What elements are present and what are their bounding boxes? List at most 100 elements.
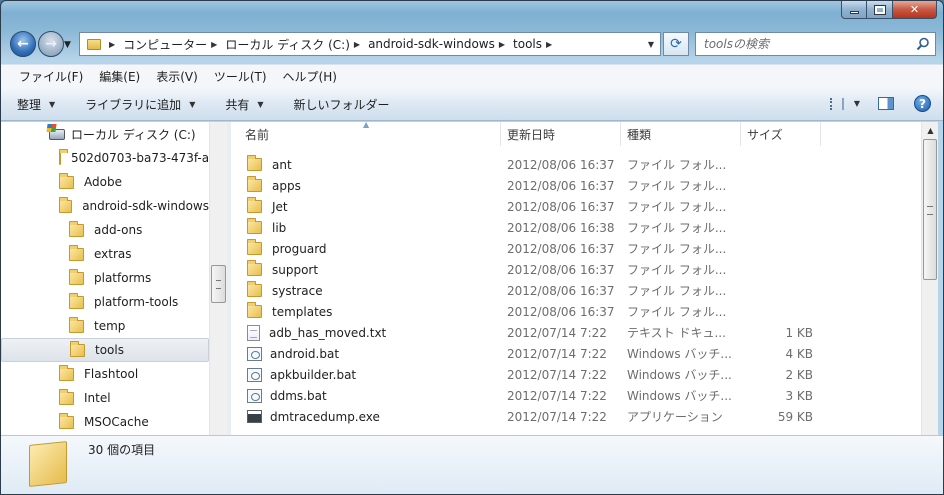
menu-view[interactable]: 表示(V) [148,68,206,85]
forward-button[interactable]: → [38,31,64,57]
tree-item-label: Flashtool [84,367,139,381]
file-name-cell: systrace [231,281,501,298]
search-box[interactable] [695,32,936,56]
chevron-down-icon: ▼ [257,99,264,109]
tree-item[interactable]: MSOCache [1,410,209,434]
breadcrumb-computer[interactable]: コンピューター ▶ [123,36,225,53]
tree-item[interactable]: platform-tools [1,290,209,314]
preview-pane-icon[interactable] [878,97,894,110]
breadcrumb-tools[interactable]: tools ▶ [513,37,560,51]
folder-icon [59,172,74,189]
file-list: 名前 ▲ 更新日時 種類 サイズ ant 2012/08/06 16:37 ファイル … [231,122,921,435]
chevron-right-icon: ▶ [546,39,553,49]
large-folder-icon [29,441,67,487]
tree-item[interactable]: platforms [1,266,209,290]
folder-icon [59,364,74,381]
menu-help[interactable]: ヘルプ(H) [275,68,345,85]
column-type[interactable]: 種類 [621,122,741,146]
new-folder-button[interactable]: 新しいフォルダー [294,96,390,113]
organize-button[interactable]: 整理 ▼ [17,96,55,113]
nav-scrollbar[interactable] [209,122,227,435]
menu-file[interactable]: ファイル(F) [11,68,91,85]
breadcrumb-drive[interactable]: ローカル ディスク (C:) ▶ [225,36,368,53]
share-button[interactable]: 共有 ▼ [225,96,263,113]
file-row[interactable]: lib 2012/08/06 16:38 ファイル フォル... [231,217,921,238]
address-dropdown[interactable]: ▼ [642,33,660,55]
refresh-icon: ⟳ [670,36,682,52]
tree-item[interactable]: tools [1,338,209,362]
file-row[interactable]: support 2012/08/06 16:37 ファイル フォル... [231,259,921,280]
file-row[interactable]: Jet 2012/08/06 16:37 ファイル フォル... [231,196,921,217]
file-list-scrollbar[interactable]: ▲ [921,122,938,435]
back-button[interactable]: ← [10,31,36,57]
column-date[interactable]: 更新日時 [501,122,621,146]
search-input[interactable] [704,37,904,51]
column-size[interactable]: サイズ [741,122,821,146]
close-button[interactable]: ✕ [893,1,937,19]
folder-icon [247,176,262,192]
file-date: 2012/08/06 16:37 [507,283,615,298]
tree-item[interactable]: Flashtool [1,362,209,386]
help-icon[interactable]: ? [914,95,931,112]
tree-item[interactable]: Intel [1,386,209,410]
close-icon: ✕ [909,3,920,16]
item-count: 30 個の項目 [88,443,156,457]
address-bar[interactable]: ▶ コンピューター ▶ ローカル ディスク (C:) ▶ android-sdk-w… [79,32,661,56]
maximize-button[interactable] [867,1,893,19]
file-name: proguard [272,241,327,256]
file-row[interactable]: dmtracedump.exe 2012/07/14 7:22 アプリケーション 59… [231,406,921,427]
column-name[interactable]: 名前 ▲ [231,122,501,146]
folder-icon [69,244,84,261]
menu-bar: ファイル(F) 編集(E) 表示(V) ツール(T) ヘルプ(H) [1,64,943,88]
file-row[interactable]: proguard 2012/08/06 16:37 ファイル フォル... [231,238,921,259]
file-row[interactable]: systrace 2012/08/06 16:37 ファイル フォル... [231,280,921,301]
file-name-cell: lib [231,218,501,235]
scroll-up-icon[interactable]: ▲ [922,122,939,139]
nav-scroll-thumb[interactable] [211,265,226,303]
file-name-cell: apps [231,176,501,193]
recent-locations-dropdown[interactable]: ▼ [64,40,71,50]
file-date: 2012/08/06 16:37 [507,199,615,214]
file-name: templates [272,304,333,319]
breadcrumb-sdk[interactable]: android-sdk-windows ▶ [368,37,513,51]
tree-item[interactable]: temp [1,314,209,338]
menu-tools[interactable]: ツール(T) [206,68,275,85]
folder-icon [247,260,262,276]
caption-buttons: ✕ [841,1,937,19]
add-to-library-button[interactable]: ライブラリに追加 ▼ [85,96,195,113]
tree-item[interactable]: 502d0703-ba73-473f-a [1,146,209,170]
view-options-dropdown[interactable]: ▼ [854,99,860,108]
file-row[interactable]: apps 2012/08/06 16:37 ファイル フォル... [231,175,921,196]
file-row[interactable]: android.bat 2012/07/14 7:22 Windows バッチ...… [231,343,921,364]
menu-edit[interactable]: 編集(E) [91,68,148,85]
tree-item[interactable]: extras [1,242,209,266]
tree-item-label: tools [95,343,124,357]
search-icon[interactable] [916,37,930,51]
file-list-scroll-thumb[interactable] [923,139,937,280]
file-row[interactable]: ddms.bat 2012/07/14 7:22 Windows バッチ... 3 K… [231,385,921,406]
tree-item-label: android-sdk-windows [82,199,209,213]
tree-item[interactable]: android-sdk-windows [1,194,209,218]
tree-item-label: temp [94,319,126,333]
tree-item-local-disk[interactable]: ローカル ディスク (C:) [1,122,209,146]
tree-item[interactable]: Adobe [1,170,209,194]
file-name: adb_has_moved.txt [269,325,387,340]
file-name: dmtracedump.exe [270,409,380,424]
breadcrumb-root[interactable]: ▶ [105,40,123,49]
folder-icon [69,316,84,333]
file-name: apps [272,178,301,193]
file-size: 4 KB [785,346,813,361]
file-row[interactable]: apkbuilder.bat 2012/07/14 7:22 Windows バッチ… [231,364,921,385]
view-details-icon[interactable] [829,97,844,110]
application-icon [247,410,262,423]
file-row[interactable]: templates 2012/08/06 16:37 ファイル フォル... [231,301,921,322]
file-row[interactable]: adb_has_moved.txt 2012/07/14 7:22 テキスト ドキュ… [231,322,921,343]
file-date: 2012/08/06 16:38 [507,220,615,235]
minimize-button[interactable] [841,1,867,19]
command-bar: 整理 ▼ ライブラリに追加 ▼ 共有 ▼ 新しいフォルダー ▼ ? [1,88,943,121]
file-row[interactable]: ant 2012/08/06 16:37 ファイル フォル... [231,154,921,175]
refresh-button[interactable]: ⟳ [663,32,689,56]
tree-item[interactable]: add-ons [1,218,209,242]
file-type: Windows バッチ... [627,347,732,361]
file-name-cell: ant [231,155,501,172]
